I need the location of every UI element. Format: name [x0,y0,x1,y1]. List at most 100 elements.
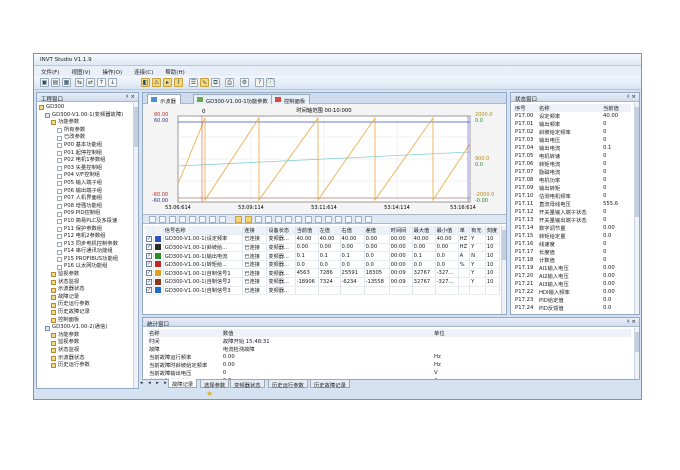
menu-file[interactable]: 文件(F) [34,66,64,76]
save-icon[interactable]: ▦ [62,78,71,87]
table-row[interactable]: P17.08 电机功率 0 [513,176,631,184]
run-icon[interactable]: ▸ [163,78,172,87]
bottom-tab-history-run[interactable]: 历史运行参数 [268,379,308,389]
tree-item[interactable]: 所有参数 [39,127,132,135]
bottom-tab-fault-record[interactable]: 故障记录 [168,379,198,388]
tree-item[interactable]: P14 串行通讯功能组 [39,248,132,256]
settings-icon[interactable]: ⚙ [240,78,249,87]
signal-color-swatch[interactable] [155,244,162,251]
pause-icon[interactable] [159,216,166,223]
import-icon[interactable] [265,216,272,223]
record-icon[interactable] [325,216,332,223]
project-scrollbar[interactable] [133,103,138,388]
tree-item[interactable]: 历史故障记录 [39,309,132,317]
table-row[interactable]: P17.15 转矩给定量 0.0 [513,232,631,240]
tree-item[interactable]: GD300-V1.00-1(变频器故障) [39,112,132,120]
tree-item[interactable]: 历史运行参数 [39,301,132,309]
row-checkbox[interactable]: ✓ [146,261,152,268]
tree-item[interactable]: GD300-V1.00-2(通信) [39,324,132,332]
table-row[interactable]: ✓ GD300-V1.00-1(输出电流 已连接 变频器... 0.1 0.1 0.1 0.0… [145,251,501,261]
row-checkbox[interactable]: ✓ [146,287,152,294]
table-row[interactable]: P17.03 输出电压 0 [513,136,631,144]
signal-color-swatch[interactable] [155,252,162,259]
connect-icon[interactable]: ⇆ [75,78,84,87]
help-icon[interactable]: ? [255,78,264,87]
table-row[interactable]: P17.23 PID给定值 0.0 [513,296,631,304]
tree-item[interactable]: GD300 [39,104,132,112]
table-row[interactable]: ✓ GD300-V1.00-1(转矩给... 已连接 变频器... 0.0 0.0 0.0 0… [145,260,501,270]
tree-item[interactable]: P09 PID控制组 [39,210,132,218]
tree-item[interactable]: P00 基本功能组 [39,142,132,150]
bottom-tab-select-params[interactable]: 选择参数 [200,379,230,389]
menu-view[interactable]: 视图(V) [64,66,95,76]
table-row[interactable]: P17.14 数字调节量 0.00 [513,224,631,232]
tree-item[interactable]: P05 输入端子组 [39,180,132,188]
upload-icon[interactable]: ↑ [97,78,106,87]
fit-icon[interactable] [209,216,216,223]
about-icon[interactable]: ⓘ [266,78,275,87]
oscilloscope-icon[interactable]: ∿ [200,78,209,87]
table-row[interactable]: 当前故障运行频率 0.00 Hz [147,353,631,361]
print-icon[interactable] [345,216,352,223]
zoom-in-icon[interactable] [189,216,196,223]
color-icon[interactable] [275,216,282,223]
table-row[interactable]: P17.04 输出电流 0.1 [513,144,631,152]
download-icon[interactable]: ↓ [108,78,117,87]
monitor-scrollbar[interactable] [634,328,639,379]
tree-item[interactable]: P10 简易PLC及多段速 [39,218,132,226]
channel-icon[interactable] [305,216,312,223]
signal-scrollbar[interactable] [501,226,506,314]
compare-icon[interactable]: ⧉ [211,78,220,87]
panel-pin-icon[interactable]: ♯ × [627,319,636,325]
table-row[interactable]: P17.24 PID反馈值 0.0 [513,304,631,312]
signal-color-swatch[interactable] [155,278,162,285]
signal-color-swatch[interactable] [155,235,162,242]
tree-item[interactable]: P04 V/F控制组 [39,172,132,180]
table-row[interactable]: P17.21 AI3输入电压 0.00 [513,280,631,288]
pen-icon[interactable] [285,216,292,223]
new-project-icon[interactable]: ▣ [40,78,49,87]
table-row[interactable]: P17.02 斜坡给定频率 0 [513,128,631,136]
monitor-icon[interactable]: ◧ [141,78,150,87]
table-row[interactable]: P17.06 转矩电流 0 [513,160,631,168]
menu-operation[interactable]: 操作(O) [96,66,128,76]
table-row[interactable]: P17.17 长度值 0 [513,248,631,256]
print-icon[interactable]: ⎙ [225,78,234,87]
tree-item[interactable]: P06 输出端子组 [39,188,132,196]
tab-function-params[interactable]: GD300-V1.00-1功能参数 [193,94,273,105]
tree-item[interactable]: 状态监视 [39,347,132,355]
table-row[interactable]: 时间 故障开始 15:48:31 [147,337,631,345]
tree-item[interactable]: 监视参数 [39,339,132,347]
tree-item[interactable]: 监视参数 [39,271,132,279]
tree-item[interactable]: P07 人机界面组 [39,195,132,203]
table-row[interactable]: ✓ GD300-V1.00-1(自制信号2 已连接 变频器... -18906 7324-… [145,277,501,287]
tree-item[interactable]: 功能参数 [39,119,132,127]
table-row[interactable]: P17.20 AI2输入电压 0.00 [513,272,631,280]
table-row[interactable]: P17.10 估测电机频率 0 [513,192,631,200]
tree-item[interactable]: 状态监视 [39,279,132,287]
tree-item[interactable]: 历史运行参数 [39,362,132,370]
bottom-tab-inverter-status[interactable]: 变频器状态 [230,379,265,389]
table-row[interactable]: P17.19 AI1输入电压 0.00 [513,264,631,272]
menu-connect[interactable]: 连接(C) [127,66,158,76]
table-row[interactable]: 故障 电流检测故障 [147,345,631,353]
info-icon[interactable] [365,216,372,223]
row-checkbox[interactable]: ✓ [146,270,152,277]
table-row[interactable]: ✓ GD300-V1.00-1(斜坡给... 已连接 变频器... 0.00 0.00 0.… [145,243,501,253]
table-row[interactable]: ✓ GD300-V1.00-1(设定频率 已连接 变频器... 40.00 40.00 40… [145,234,501,244]
signal-color-swatch[interactable] [155,287,162,294]
zoom-out-icon[interactable] [199,216,206,223]
panel-pin-icon[interactable]: ♯ × [627,94,636,100]
row-checkbox[interactable]: ✓ [146,235,152,242]
disconnect-icon[interactable]: ⇄ [86,78,95,87]
export-icon[interactable] [255,216,262,223]
signal-color-swatch[interactable] [155,261,162,268]
table-row[interactable]: 当前故障输出电压 0 V [147,369,631,377]
option-icon[interactable] [355,216,362,223]
table-row[interactable]: P17.11 直流母线电压 555.6 [513,200,631,208]
table-row[interactable]: P17.13 开关量输出端子状态 0 [513,216,631,224]
status-scrollbar[interactable] [634,103,639,314]
row-checkbox[interactable]: ✓ [146,244,152,251]
signal-color-swatch[interactable] [155,270,162,277]
panel-pin-icon[interactable]: ♯ × [126,94,135,100]
